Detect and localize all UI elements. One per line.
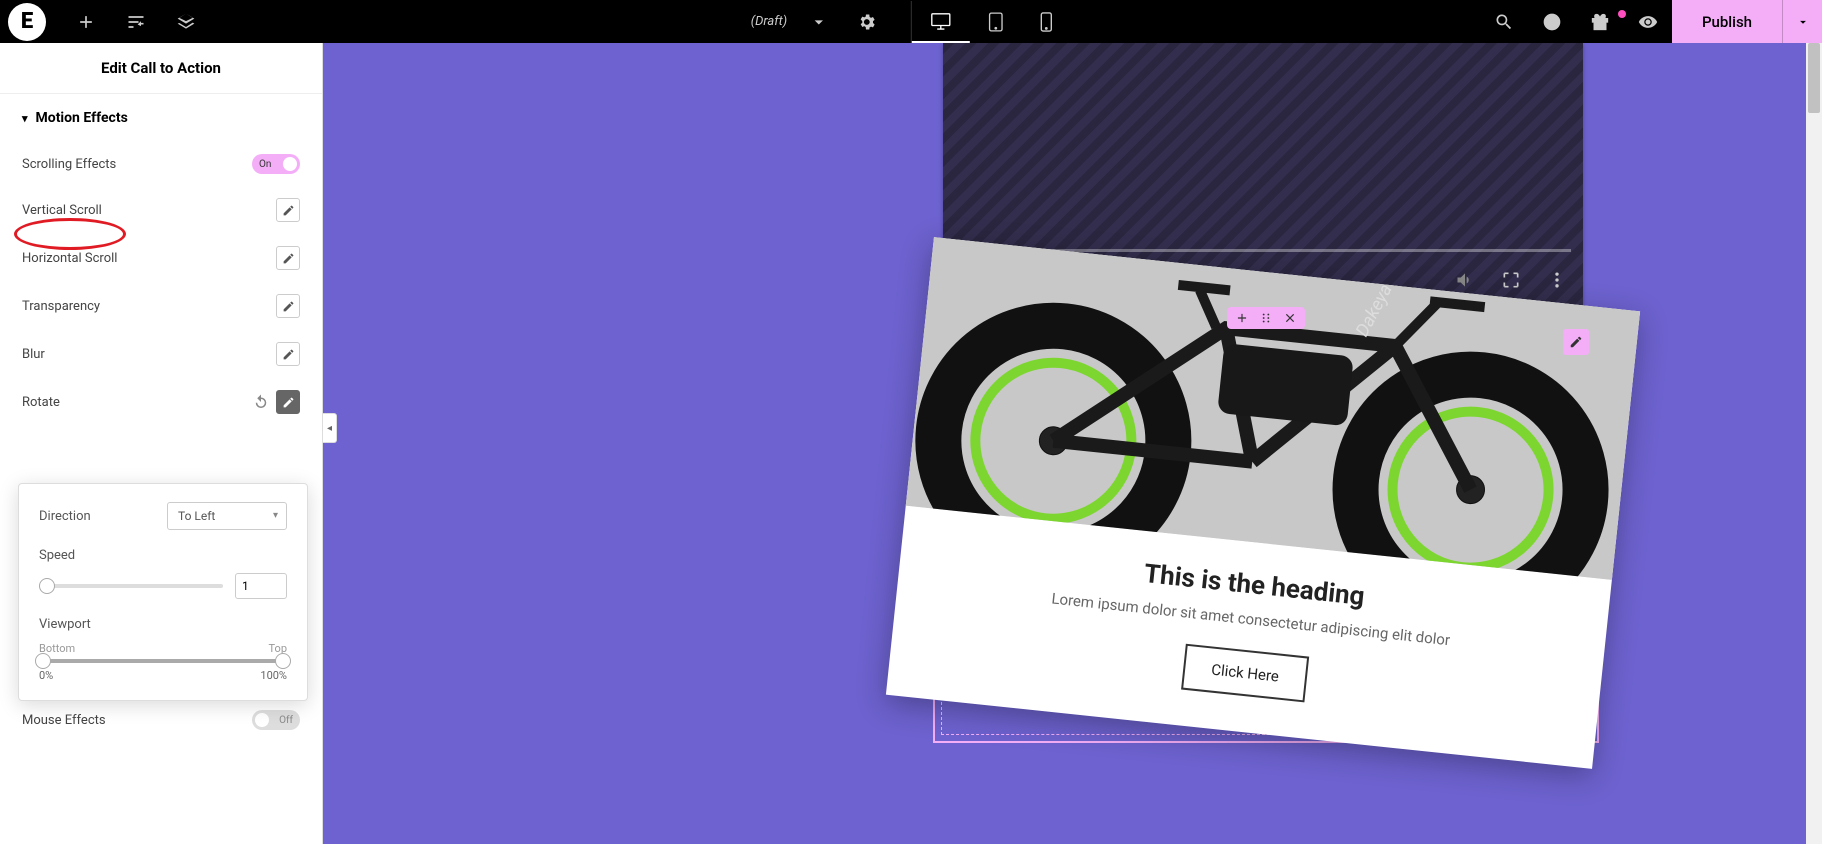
cta-button[interactable]: Click Here: [1181, 644, 1309, 703]
device-switcher: [911, 1, 1071, 43]
viewport-range-thumb-min[interactable]: [35, 653, 51, 669]
transparency-label: Transparency: [22, 299, 100, 314]
topbar-right: Publish: [1480, 0, 1822, 43]
chevron-down-icon[interactable]: [795, 12, 843, 32]
viewport-label: Viewport: [39, 617, 287, 632]
top-bar: E (Draft) Publish: [0, 0, 1822, 43]
search-icon[interactable]: [1480, 12, 1528, 32]
publish-button[interactable]: Publish: [1672, 0, 1782, 43]
topbar-left: E: [0, 3, 196, 41]
device-desktop-icon[interactable]: [912, 1, 970, 43]
row-scrolling-effects: Scrolling Effects On: [0, 142, 322, 186]
scrollbar-thumb[interactable]: [1808, 43, 1820, 113]
horizontal-scroll-label: Horizontal Scroll: [22, 251, 117, 266]
rotate-popover: Direction To Left Speed Viewport Bottom …: [18, 483, 308, 701]
preview-eye-icon[interactable]: [1624, 12, 1672, 32]
direction-value: To Left: [178, 509, 215, 523]
direction-select[interactable]: To Left: [167, 502, 287, 530]
row-vertical-scroll: Vertical Scroll: [0, 186, 322, 234]
speed-slider-thumb[interactable]: [39, 578, 55, 594]
direction-row: Direction To Left: [39, 502, 287, 530]
viewport-range-labels: Bottom Top: [39, 642, 287, 655]
viewport-min-value: 0%: [39, 669, 53, 682]
widget-close-icon[interactable]: [1283, 311, 1297, 325]
scrolling-effects-label: Scrolling Effects: [22, 157, 116, 172]
section-label: Motion Effects: [36, 110, 128, 126]
direction-label: Direction: [39, 509, 91, 524]
editor-sidebar: Edit Call to Action Motion Effects Scrol…: [0, 43, 323, 844]
widget-toolbar: [1227, 307, 1305, 329]
row-blur: Blur: [0, 330, 322, 378]
publish-dropdown-icon[interactable]: [1782, 0, 1822, 43]
viewport-max-value: 100%: [260, 669, 287, 682]
scrolling-effects-toggle[interactable]: On: [252, 154, 300, 174]
widget-drag-icon[interactable]: [1259, 311, 1273, 325]
speed-slider-row: [39, 573, 287, 599]
blur-edit-button[interactable]: [276, 342, 300, 366]
speed-input[interactable]: [235, 573, 287, 599]
main-area: Edit Call to Action Motion Effects Scrol…: [0, 43, 1822, 844]
canvas-scrollbar[interactable]: [1806, 43, 1822, 844]
viewport-range-thumb-max[interactable]: [275, 653, 291, 669]
device-tablet-icon[interactable]: [970, 1, 1022, 43]
elementor-logo-icon[interactable]: E: [8, 3, 46, 41]
toggle-on-label: On: [259, 159, 271, 170]
vertical-scroll-label: Vertical Scroll: [22, 203, 102, 218]
mouse-effects-label: Mouse Effects: [22, 713, 106, 728]
gift-icon[interactable]: [1576, 12, 1624, 32]
widget-edit-icon[interactable]: [1563, 329, 1589, 355]
more-vertical-icon[interactable]: [1547, 270, 1567, 290]
rotate-label: Rotate: [22, 395, 60, 410]
mouse-effects-toggle[interactable]: Off: [252, 710, 300, 730]
help-icon[interactable]: [1528, 12, 1576, 32]
sidebar-collapse-button[interactable]: ◂: [323, 413, 337, 443]
vertical-scroll-edit-button[interactable]: [276, 198, 300, 222]
notification-dot: [1618, 10, 1626, 18]
transparency-edit-button[interactable]: [276, 294, 300, 318]
toggle-knob: [283, 157, 297, 171]
reset-icon[interactable]: [252, 393, 270, 411]
layers-icon[interactable]: [176, 12, 196, 32]
speed-slider[interactable]: [39, 584, 223, 588]
volume-icon[interactable]: [1455, 270, 1475, 290]
settings-sliders-icon[interactable]: [126, 12, 146, 32]
gear-icon[interactable]: [843, 12, 891, 32]
widget-add-icon[interactable]: [1235, 311, 1249, 325]
horizontal-scroll-edit-button[interactable]: [276, 246, 300, 270]
topbar-center: (Draft): [751, 1, 1071, 43]
draft-label: (Draft): [751, 14, 787, 29]
viewport-range-values: 0% 100%: [39, 669, 287, 682]
row-mouse-effects: Mouse Effects Off: [0, 698, 322, 742]
section-motion-effects[interactable]: Motion Effects: [0, 94, 322, 142]
row-rotate: Rotate: [0, 378, 322, 426]
viewport-range-slider[interactable]: [39, 659, 287, 663]
add-icon[interactable]: [76, 12, 96, 32]
blur-label: Blur: [22, 347, 45, 362]
fullscreen-icon[interactable]: [1501, 270, 1521, 290]
canvas[interactable]: 0:00 / 0:20: [323, 43, 1822, 844]
toggle-off-label: Off: [279, 715, 293, 726]
toggle-knob: [255, 713, 269, 727]
row-transparency: Transparency: [0, 282, 322, 330]
device-mobile-icon[interactable]: [1022, 1, 1071, 43]
speed-label: Speed: [39, 548, 287, 563]
rotate-edit-button[interactable]: [276, 390, 300, 414]
row-horizontal-scroll: Horizontal Scroll: [0, 234, 322, 282]
panel-title: Edit Call to Action: [0, 43, 322, 94]
